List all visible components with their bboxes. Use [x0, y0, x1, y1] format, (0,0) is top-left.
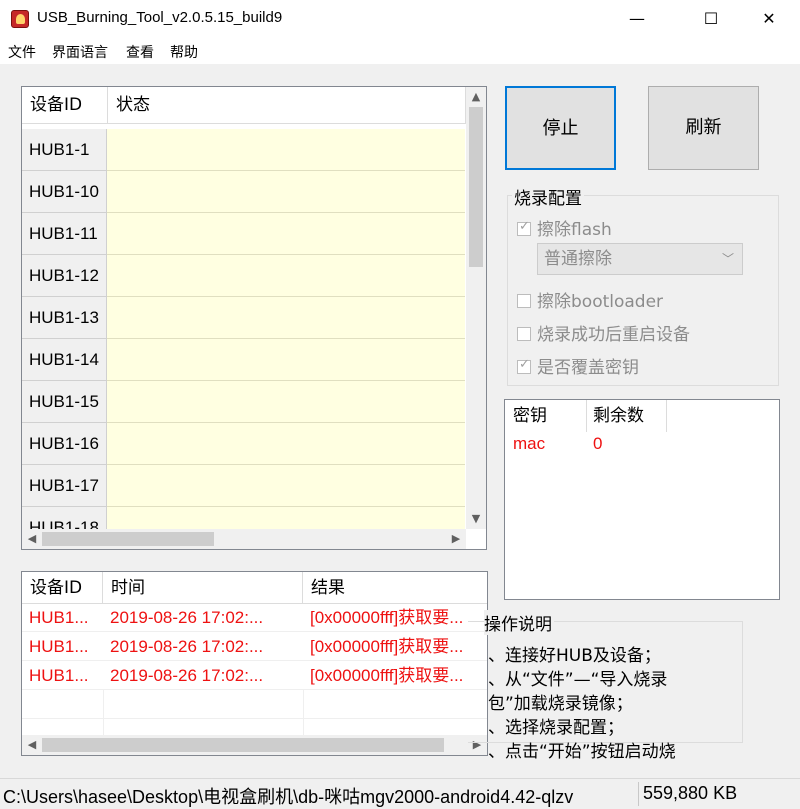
overwrite-key-label: 是否覆盖密钥: [537, 358, 639, 378]
device-id-cell: HUB1-16: [22, 423, 107, 465]
log-time-cell: 2019-08-26 17:02:...: [110, 608, 264, 627]
status-path: C:\Users\hasee\Desktop\电视盒刷机\db-咪咕mgv200…: [3, 787, 574, 807]
key-header[interactable]: 密钥: [505, 400, 587, 432]
key-table: 密钥 剩余数 mac 0: [504, 399, 780, 600]
log-time-header[interactable]: 时间: [103, 572, 303, 604]
table-row: [22, 690, 487, 719]
menu-file[interactable]: 文件: [8, 42, 36, 62]
status-size: 559,880 KB: [643, 783, 738, 803]
device-id-cell: HUB1-14: [22, 339, 107, 381]
instruction-line: 、选择烧录配置；: [488, 718, 624, 738]
device-id-cell: HUB1-11: [22, 213, 107, 255]
menu-language[interactable]: 界面语言: [52, 42, 108, 62]
overwrite-key-checkbox[interactable]: 是否覆盖密钥: [517, 353, 639, 378]
log-device-id-cell: HUB1...: [29, 637, 89, 656]
scroll-right-icon[interactable]: ▶: [446, 529, 466, 549]
log-result-cell: [0x00000fff]获取要...: [310, 608, 464, 627]
status-header[interactable]: 状态: [108, 87, 466, 124]
log-device-id-cell: HUB1...: [29, 666, 89, 685]
scroll-left-icon[interactable]: ◀: [22, 529, 42, 549]
scroll-thumb[interactable]: [42, 532, 214, 546]
device-id-cell: HUB1-1: [22, 129, 107, 171]
status-cell: [107, 129, 465, 171]
status-cell: [107, 255, 465, 297]
device-table: 设备ID 状态 HUB1-1 HUB1-10 HUB1-11 HUB1-12 H…: [21, 86, 487, 550]
status-cell: [107, 423, 465, 465]
instruction-line: 、点击“开始”按钮启动烧: [488, 742, 676, 762]
refresh-button[interactable]: 刷新: [648, 86, 759, 170]
device-id-cell: HUB1-17: [22, 465, 107, 507]
device-id-cell: HUB1-13: [22, 297, 107, 339]
checkbox-box[interactable]: [517, 294, 531, 308]
status-cell: [107, 297, 465, 339]
key-cell: mac: [513, 434, 546, 453]
checkbox-box[interactable]: [517, 219, 531, 236]
menu-bar: 文件 界面语言 查看 帮助: [0, 38, 800, 64]
status-divider: [638, 782, 639, 806]
status-cell: [107, 381, 465, 423]
reboot-after-label: 烧录成功后重启设备: [537, 325, 690, 345]
title-bar: USB_Burning_Tool_v2.0.5.15_build9 — ☐ ✕: [0, 0, 800, 38]
chevron-down-icon: ﹀: [721, 252, 734, 266]
menu-view[interactable]: 查看: [126, 42, 154, 62]
status-cell: [107, 339, 465, 381]
vertical-scrollbar[interactable]: ▲ ▼: [466, 87, 486, 529]
erase-bootloader-checkbox[interactable]: 擦除bootloader: [517, 287, 663, 312]
close-button[interactable]: ✕: [746, 0, 792, 38]
device-id-cell: HUB1-15: [22, 381, 107, 423]
log-result-cell: [0x00000fff]获取要...: [310, 637, 464, 656]
log-time-cell: 2019-08-26 17:02:...: [110, 666, 264, 685]
column-divider: [303, 690, 304, 735]
log-table: 设备ID 时间 结果 HUB1... 2019-08-26 17:02:... …: [21, 571, 488, 756]
log-device-id-header[interactable]: 设备ID: [22, 572, 103, 604]
log-device-id-cell: HUB1...: [29, 608, 89, 627]
log-time-cell: 2019-08-26 17:02:...: [110, 637, 264, 656]
instruction-line: 包”加载烧录镜像；: [488, 694, 633, 714]
erase-mode-select[interactable]: 普通擦除 ﹀: [537, 243, 743, 275]
stop-button[interactable]: 停止: [505, 86, 616, 170]
maximize-button[interactable]: ☐: [688, 0, 734, 38]
window-title: USB_Burning_Tool_v2.0.5.15_build9: [37, 9, 283, 26]
erase-flash-checkbox[interactable]: 擦除flash: [517, 215, 612, 240]
app-icon: [11, 10, 29, 28]
instructions-title: 操作说明: [484, 610, 554, 635]
status-cell: [107, 213, 465, 255]
log-result-cell: [0x00000fff]获取要...: [310, 666, 464, 685]
table-row[interactable]: mac 0: [505, 432, 779, 460]
erase-mode-value: 普通擦除: [544, 249, 612, 269]
log-result-header[interactable]: 结果: [303, 572, 487, 604]
instruction-line: 、连接好HUB及设备；: [488, 646, 661, 666]
checkbox-box[interactable]: [517, 357, 531, 374]
status-cell: [107, 171, 465, 213]
device-id-header[interactable]: 设备ID: [22, 87, 108, 124]
scroll-down-icon[interactable]: ▼: [466, 509, 486, 529]
instruction-line: 、从“文件”—“导入烧录: [488, 670, 668, 690]
menu-help[interactable]: 帮助: [170, 42, 198, 62]
scroll-left-icon[interactable]: ◀: [22, 735, 42, 755]
table-row[interactable]: HUB1... 2019-08-26 17:02:... [0x00000fff…: [22, 603, 487, 632]
minimize-button[interactable]: —: [614, 0, 660, 38]
status-bar: C:\Users\hasee\Desktop\电视盒刷机\db-咪咕mgv200…: [0, 778, 800, 808]
status-cell: [107, 465, 465, 507]
device-id-cell: HUB1-10: [22, 171, 107, 213]
config-group-title: 烧录配置: [512, 184, 584, 209]
remaining-header[interactable]: 剩余数: [587, 400, 667, 432]
reboot-after-checkbox[interactable]: 烧录成功后重启设备: [517, 320, 690, 345]
scroll-up-icon[interactable]: ▲: [466, 87, 486, 107]
erase-bootloader-label: 擦除bootloader: [537, 292, 664, 312]
checkbox-box[interactable]: [517, 327, 531, 341]
table-row[interactable]: HUB1... 2019-08-26 17:02:... [0x00000fff…: [22, 632, 487, 661]
horizontal-scrollbar[interactable]: ◀ ▶: [22, 735, 487, 755]
column-divider: [103, 690, 104, 735]
scroll-thumb[interactable]: [469, 107, 483, 267]
device-id-cell: HUB1-12: [22, 255, 107, 297]
remaining-cell: 0: [593, 434, 603, 453]
erase-flash-label: 擦除flash: [537, 220, 612, 240]
scroll-thumb[interactable]: [42, 738, 444, 752]
table-row[interactable]: HUB1... 2019-08-26 17:02:... [0x00000fff…: [22, 661, 487, 690]
horizontal-scrollbar[interactable]: ◀ ▶: [22, 529, 466, 549]
